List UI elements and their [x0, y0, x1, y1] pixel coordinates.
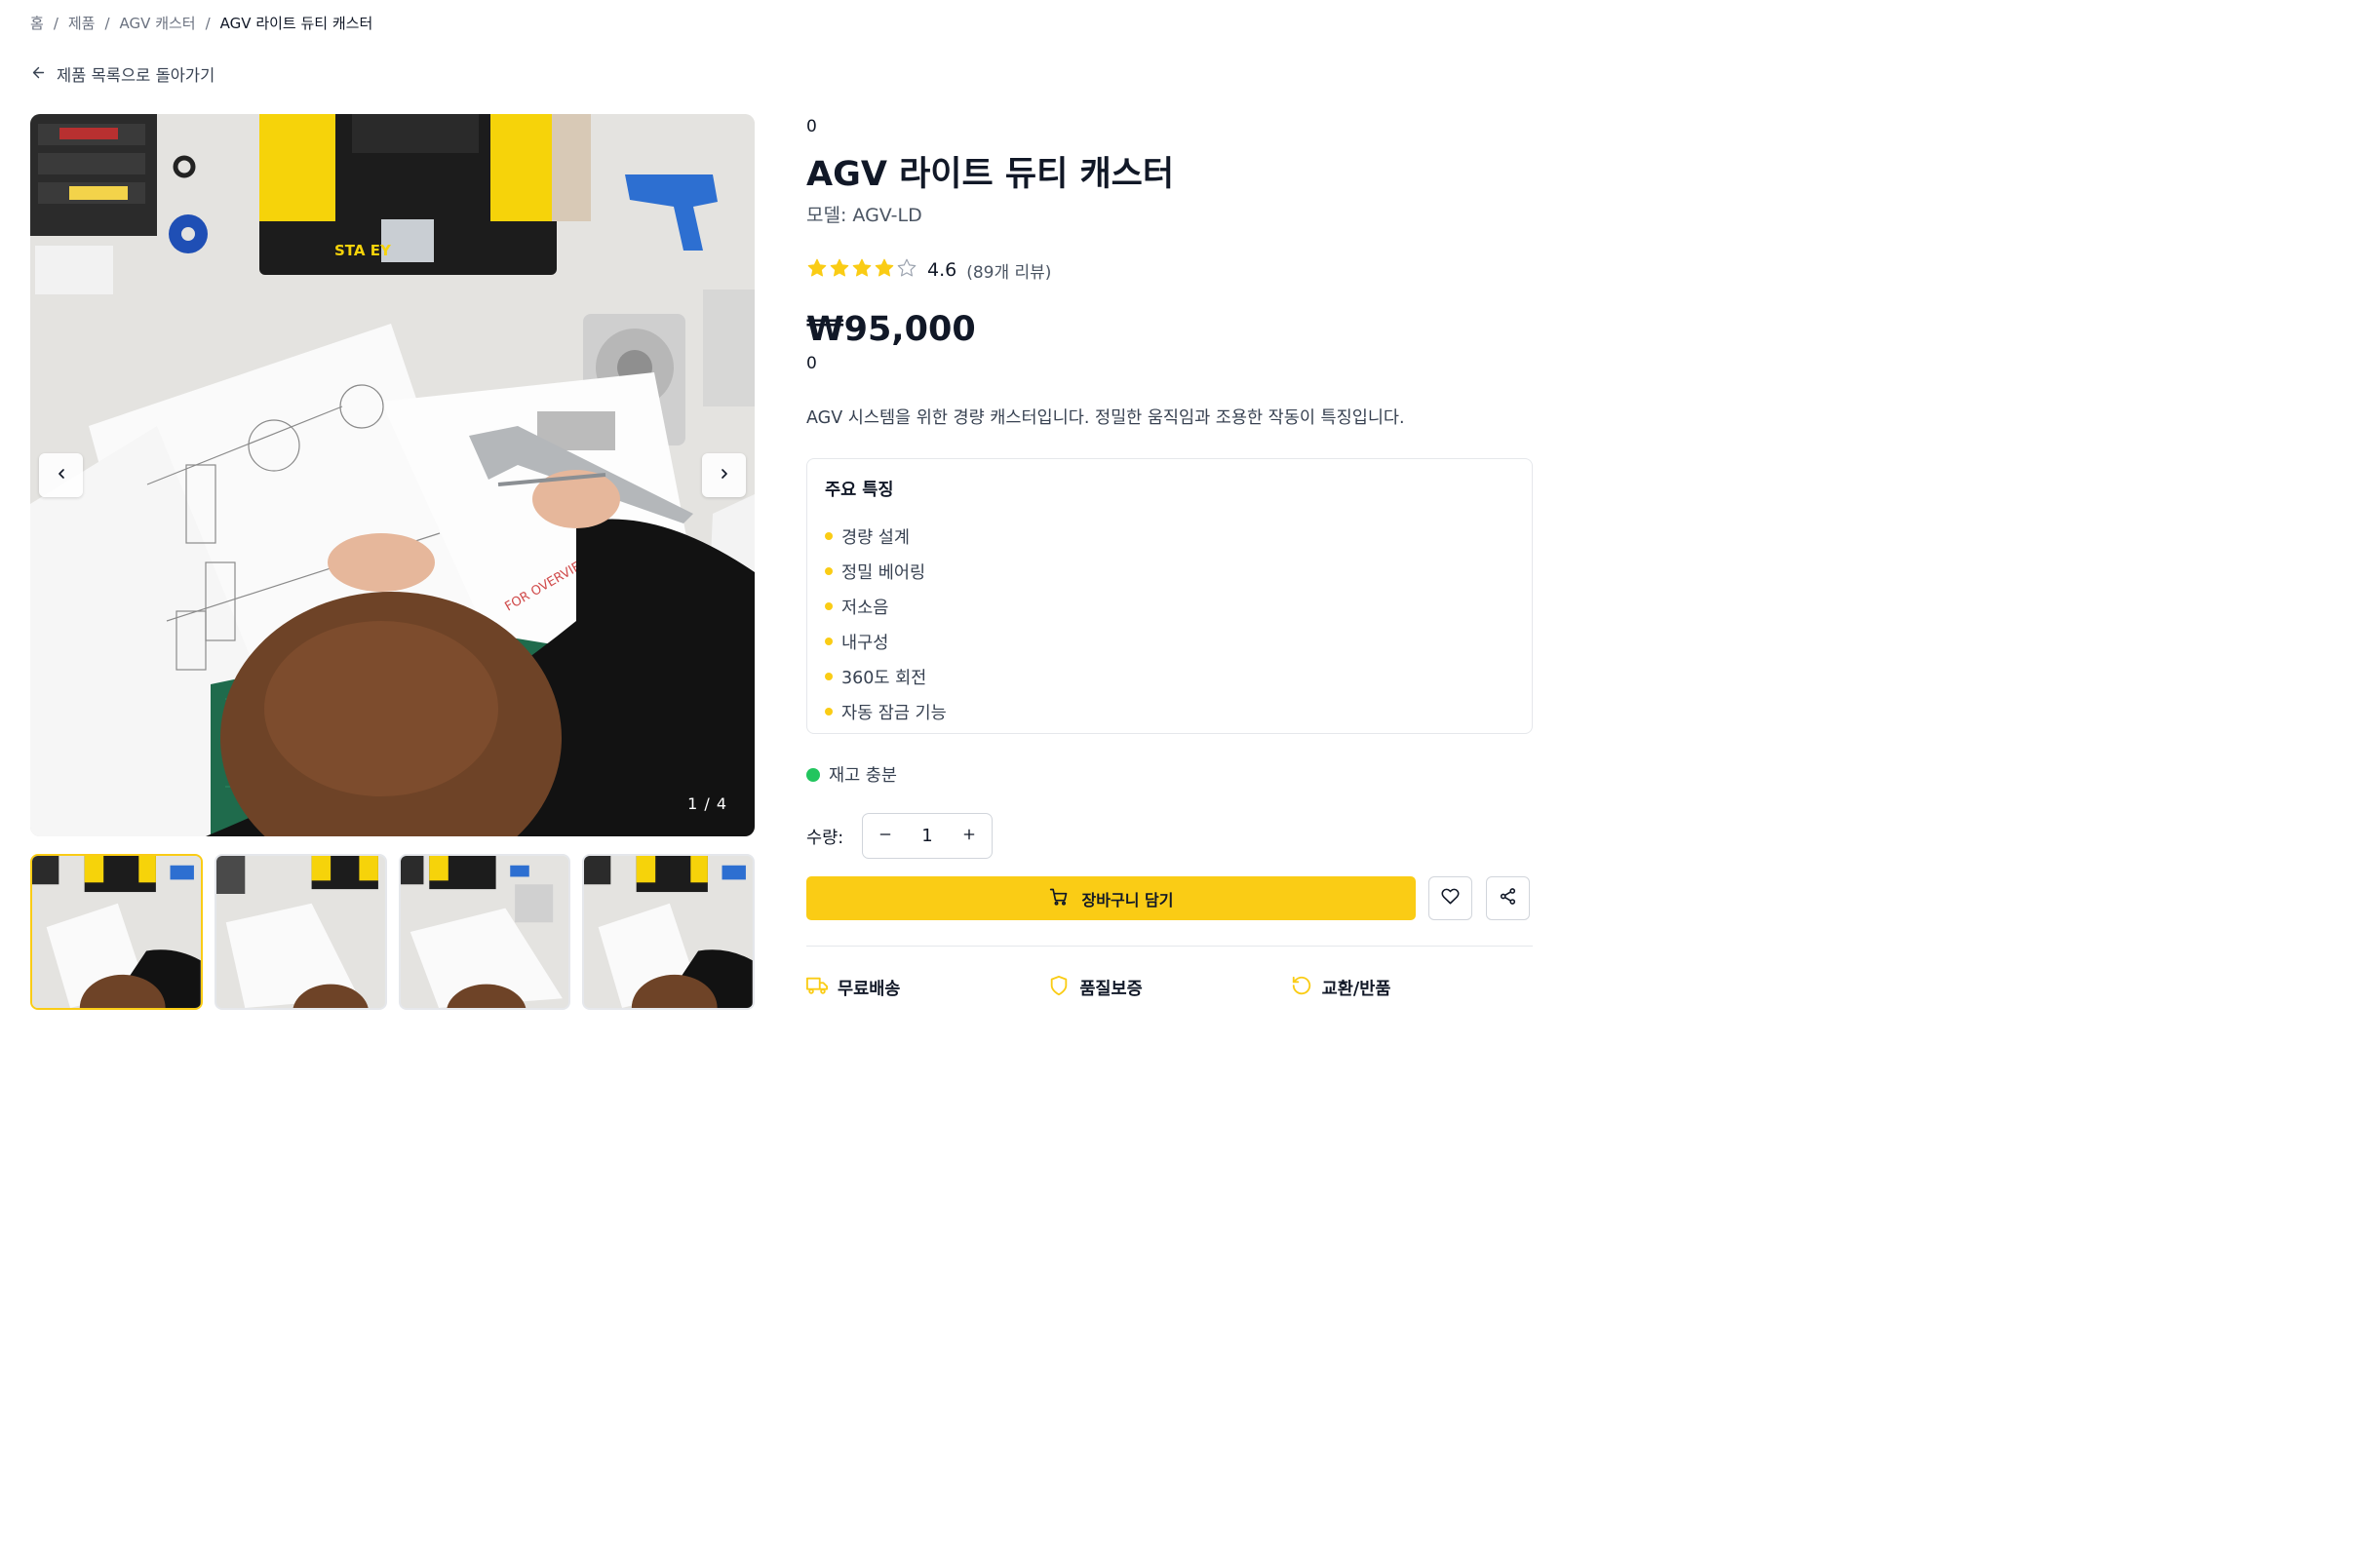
features-list: 경량 설계 정밀 베어링 저소음 내구성 360도 회전 자동 잠금 기능	[825, 519, 1514, 729]
features-box: 주요 특징 경량 설계 정밀 베어링 저소음 내구성 360도 회전 자동 잠금…	[806, 458, 1533, 734]
arrow-left-icon	[30, 64, 47, 85]
gallery-prev-button[interactable]	[39, 453, 83, 497]
truck-icon	[806, 975, 828, 1001]
product-description: AGV 시스템을 위한 경량 캐스터입니다. 정밀한 움직임과 조용한 작동이 …	[806, 408, 1405, 428]
rating-value: 4.6	[927, 259, 957, 281]
feature-item: 360도 회전	[825, 659, 1514, 694]
feature-label: 자동 잠금 기능	[841, 703, 947, 723]
stock-indicator-icon	[806, 767, 820, 782]
rating-stars	[806, 257, 917, 283]
product-rating: 4.6 (89개 리뷰)	[806, 257, 1051, 283]
benefits-row: 무료배송 품질보증 교환/반품	[806, 975, 1533, 1001]
bullet-dot-icon	[825, 708, 833, 715]
star-filled-icon	[851, 257, 873, 283]
feature-label: 경량 설계	[841, 527, 910, 548]
feature-item: 자동 잠금 기능	[825, 694, 1514, 729]
quantity-value[interactable]: 1	[921, 826, 932, 846]
review-count[interactable]: (89개 리뷰)	[966, 258, 1051, 283]
breadcrumb-home[interactable]: 홈	[30, 13, 44, 33]
feature-label: 내구성	[841, 633, 889, 653]
stock-status: 재고 충분	[806, 762, 897, 787]
thumbnail-1[interactable]	[30, 854, 203, 1010]
feature-item: 내구성	[825, 624, 1514, 659]
quantity-stepper: 1	[862, 813, 993, 859]
thumbnail-strip	[30, 854, 755, 1010]
feature-item: 경량 설계	[825, 519, 1514, 554]
wishlist-button[interactable]	[1428, 876, 1472, 920]
features-title: 주요 특징	[825, 481, 894, 500]
feature-label: 정밀 베어링	[841, 562, 926, 583]
add-to-cart-button[interactable]: 장바구니 담기	[806, 876, 1416, 920]
product-photo: STA EY FOR OVERVIEW	[30, 114, 755, 836]
breadcrumb: 홈 / 제품 / AGV 캐스터 / AGV 라이트 듀티 캐스터	[30, 13, 372, 33]
bullet-dot-icon	[825, 638, 833, 645]
breadcrumb-category[interactable]: AGV 캐스터	[120, 13, 196, 33]
breadcrumb-separator: /	[104, 14, 110, 32]
bullet-dot-icon	[825, 673, 833, 680]
benefit-exchange-return: 교환/반품	[1291, 975, 1533, 1001]
feature-item: 저소음	[825, 589, 1514, 624]
quantity-label: 수량:	[806, 829, 844, 848]
benefit-label: 품질보증	[1079, 980, 1143, 999]
benefit-label: 교환/반품	[1321, 980, 1391, 999]
plus-icon	[961, 827, 977, 846]
minus-icon	[878, 827, 893, 846]
share-icon	[1499, 887, 1517, 909]
breadcrumb-current: AGV 라이트 듀티 캐스터	[219, 15, 373, 32]
chevron-right-icon	[717, 466, 732, 485]
star-empty-icon	[896, 257, 917, 283]
star-filled-icon	[829, 257, 850, 283]
quantity-increase-button[interactable]	[956, 824, 982, 849]
cart-icon	[1049, 887, 1069, 910]
svg-text:STA EY: STA EY	[334, 242, 392, 259]
return-icon	[1291, 975, 1312, 1001]
product-main-image: STA EY FOR OVERVIEW 1 / 4	[30, 114, 755, 836]
gallery-next-button[interactable]	[702, 453, 746, 497]
feature-label: 저소음	[841, 598, 889, 618]
star-filled-icon	[874, 257, 895, 283]
breadcrumb-products[interactable]: 제품	[68, 13, 96, 33]
star-filled-icon	[806, 257, 828, 283]
back-to-list-link[interactable]: 제품 목록으로 돌아가기	[30, 62, 215, 86]
benefit-label: 무료배송	[838, 980, 901, 999]
feature-item: 정밀 베어링	[825, 554, 1514, 589]
heart-icon	[1441, 887, 1460, 909]
bullet-dot-icon	[825, 602, 833, 610]
product-price: ₩95,000	[806, 310, 976, 349]
feature-label: 360도 회전	[841, 668, 927, 688]
bullet-dot-icon	[825, 532, 833, 540]
price-sub-line: 0	[806, 354, 817, 373]
product-model: 모델: AGV-LD	[806, 205, 922, 226]
stock-label: 재고 충분	[829, 766, 897, 786]
breadcrumb-separator: /	[205, 14, 211, 32]
image-counter: 1 / 4	[687, 794, 727, 813]
divider	[806, 946, 1533, 947]
bullet-dot-icon	[825, 567, 833, 575]
benefit-free-shipping: 무료배송	[806, 975, 1048, 1001]
thumbnail-3[interactable]	[398, 854, 571, 1010]
product-title: AGV 라이트 듀티 캐스터	[806, 155, 1175, 194]
product-category-line: 0	[806, 117, 817, 136]
thumbnail-2[interactable]	[214, 854, 387, 1010]
quantity-decrease-button[interactable]	[873, 824, 898, 849]
breadcrumb-separator: /	[53, 14, 59, 32]
thumbnail-4[interactable]	[582, 854, 755, 1010]
share-button[interactable]	[1486, 876, 1530, 920]
shield-icon	[1048, 975, 1070, 1001]
benefit-quality-guarantee: 품질보증	[1048, 975, 1290, 1001]
add-to-cart-label: 장바구니 담기	[1081, 890, 1174, 909]
back-link-label: 제품 목록으로 돌아가기	[57, 66, 215, 85]
chevron-left-icon	[54, 466, 69, 485]
